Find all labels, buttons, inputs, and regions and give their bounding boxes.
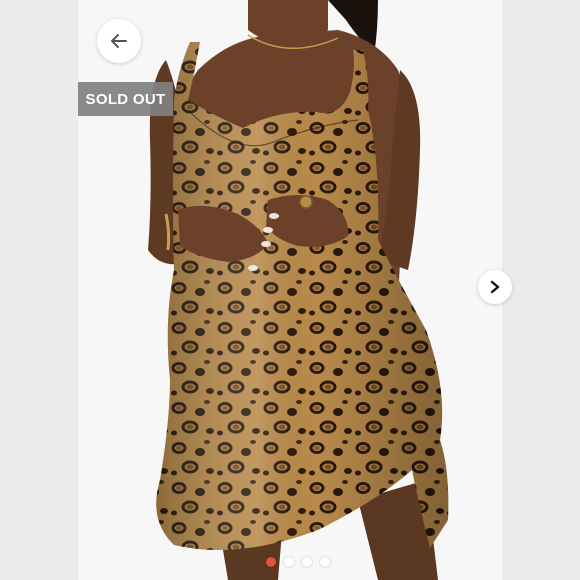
next-image-button[interactable] [478,270,512,304]
back-button[interactable] [97,19,141,63]
sold-out-badge: SOLD OUT [78,82,173,116]
image-viewer: SOLD OUT [0,0,580,580]
carousel-dot[interactable] [266,557,276,567]
chevron-right-icon [490,280,500,294]
left-gutter [0,0,78,580]
right-gutter [502,0,580,580]
arrow-left-icon [111,34,127,48]
carousel-dot[interactable] [302,557,312,567]
carousel-dot[interactable] [284,557,294,567]
carousel-dots [266,557,330,567]
carousel-dot[interactable] [320,557,330,567]
